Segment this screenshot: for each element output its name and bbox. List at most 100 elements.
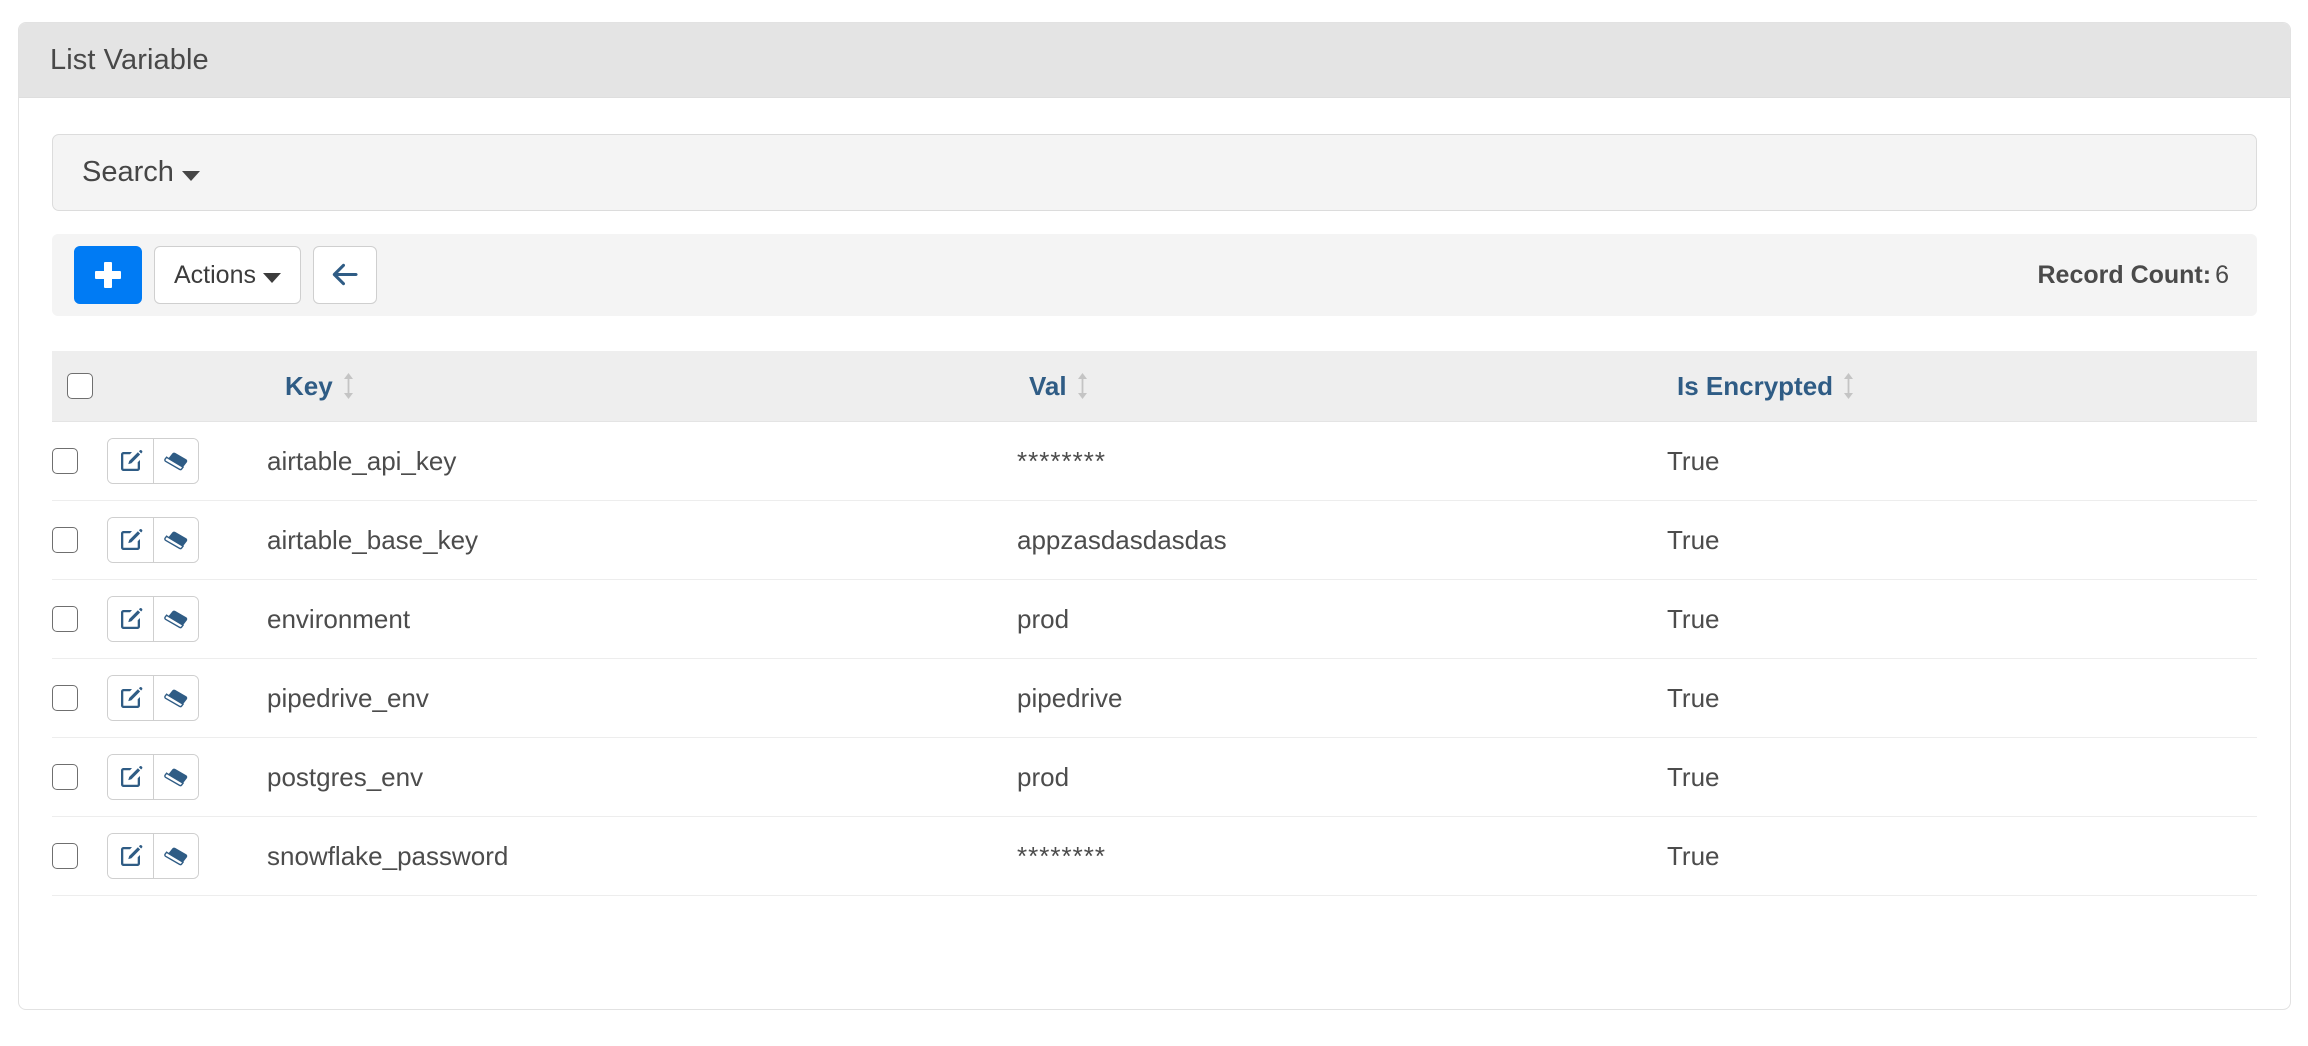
chevron-down-icon bbox=[262, 272, 281, 283]
table-row: postgres_env prod True bbox=[52, 737, 2257, 817]
sort-updown-icon bbox=[342, 372, 355, 400]
edit-record-button[interactable] bbox=[108, 834, 153, 878]
row-actions-cell bbox=[107, 579, 267, 659]
edit-pencil-icon bbox=[120, 687, 142, 708]
page-root: List Variable Search Actions Record Coun… bbox=[0, 0, 2308, 1046]
header-val-label: Val bbox=[1029, 370, 1067, 401]
back-button[interactable] bbox=[312, 246, 377, 304]
chevron-down-icon bbox=[181, 170, 200, 181]
eraser-icon bbox=[164, 689, 188, 708]
card-body: Search Actions Record Count: 6 Key Val I… bbox=[19, 98, 2290, 896]
add-record-button[interactable] bbox=[74, 246, 142, 304]
header-key[interactable]: Key bbox=[267, 351, 1017, 422]
row-action-button-group bbox=[107, 675, 199, 721]
plus-icon bbox=[95, 262, 121, 288]
row-actions-cell bbox=[107, 737, 267, 817]
row-select-checkbox[interactable] bbox=[52, 606, 78, 632]
header-key-label: Key bbox=[285, 370, 333, 401]
row-select-cell bbox=[52, 658, 107, 738]
record-count-value: 6 bbox=[2215, 260, 2229, 289]
sort-updown-icon bbox=[1842, 372, 1855, 400]
row-action-button-group bbox=[107, 517, 199, 563]
row-actions-cell bbox=[107, 816, 267, 896]
eraser-icon bbox=[164, 768, 188, 787]
row-select-cell bbox=[52, 816, 107, 896]
cell-is-encrypted: True bbox=[1667, 737, 2257, 817]
row-action-button-group bbox=[107, 833, 199, 879]
table-row: environment prod True bbox=[52, 579, 2257, 659]
edit-record-button[interactable] bbox=[108, 755, 153, 799]
cell-is-encrypted: True bbox=[1667, 658, 2257, 738]
actions-dropdown-button[interactable]: Actions bbox=[154, 246, 301, 304]
table-row: snowflake_password ******** True bbox=[52, 816, 2257, 896]
header-is-encrypted-label: Is Encrypted bbox=[1677, 370, 1834, 401]
row-select-checkbox[interactable] bbox=[52, 448, 78, 474]
edit-record-button[interactable] bbox=[108, 518, 153, 562]
cell-is-encrypted: True bbox=[1667, 579, 2257, 659]
card-header: List Variable bbox=[19, 23, 2290, 98]
toolbar-actions-group: Actions bbox=[74, 246, 377, 304]
row-select-cell bbox=[52, 500, 107, 580]
cell-key: airtable_api_key bbox=[267, 421, 1017, 501]
edit-pencil-icon bbox=[120, 529, 142, 550]
row-actions-cell bbox=[107, 421, 267, 501]
select-all-checkbox[interactable] bbox=[67, 373, 93, 399]
sort-updown-icon bbox=[1076, 372, 1089, 400]
cell-key: environment bbox=[267, 579, 1017, 659]
search-toggle-label: Search bbox=[82, 156, 174, 188]
table-row: airtable_base_key appzasdasdasdas True bbox=[52, 500, 2257, 580]
delete-record-button[interactable] bbox=[153, 518, 198, 562]
row-action-button-group bbox=[107, 438, 199, 484]
header-select-all-cell bbox=[52, 351, 107, 422]
delete-record-button[interactable] bbox=[153, 439, 198, 483]
edit-pencil-icon bbox=[120, 845, 142, 866]
cell-val: pipedrive bbox=[1017, 658, 1667, 738]
row-select-cell bbox=[52, 737, 107, 817]
row-select-checkbox[interactable] bbox=[52, 764, 78, 790]
eraser-icon bbox=[164, 531, 188, 550]
header-is-encrypted[interactable]: Is Encrypted bbox=[1667, 351, 2257, 422]
cell-key: postgres_env bbox=[267, 737, 1017, 817]
cell-is-encrypted: True bbox=[1667, 421, 2257, 501]
arrow-left-icon bbox=[332, 263, 358, 286]
row-select-checkbox[interactable] bbox=[52, 527, 78, 553]
toolbar: Actions Record Count: 6 bbox=[52, 234, 2257, 316]
header-actions-cell bbox=[107, 351, 267, 422]
delete-record-button[interactable] bbox=[153, 834, 198, 878]
edit-record-button[interactable] bbox=[108, 597, 153, 641]
edit-record-button[interactable] bbox=[108, 676, 153, 720]
row-actions-cell bbox=[107, 500, 267, 580]
delete-record-button[interactable] bbox=[153, 676, 198, 720]
cell-val: prod bbox=[1017, 579, 1667, 659]
row-select-checkbox[interactable] bbox=[52, 685, 78, 711]
record-count: Record Count: 6 bbox=[2037, 261, 2229, 290]
row-select-checkbox[interactable] bbox=[52, 843, 78, 869]
cell-key: airtable_base_key bbox=[267, 500, 1017, 580]
header-val[interactable]: Val bbox=[1017, 351, 1667, 422]
cell-val: prod bbox=[1017, 737, 1667, 817]
records-table: Key Val Is Encrypted airtable_api_key **… bbox=[52, 351, 2257, 896]
cell-is-encrypted: True bbox=[1667, 500, 2257, 580]
table-body: airtable_api_key ******** True airtable_… bbox=[52, 421, 2257, 896]
eraser-icon bbox=[164, 610, 188, 629]
edit-record-button[interactable] bbox=[108, 439, 153, 483]
row-actions-cell bbox=[107, 658, 267, 738]
record-count-label: Record Count: bbox=[2037, 260, 2212, 289]
search-toggle[interactable]: Search bbox=[82, 156, 200, 189]
cell-key: pipedrive_env bbox=[267, 658, 1017, 738]
search-panel: Search bbox=[52, 134, 2257, 211]
records-table-wrap: Key Val Is Encrypted airtable_api_key **… bbox=[52, 351, 2257, 896]
eraser-icon bbox=[164, 847, 188, 866]
cell-val: ******** bbox=[1017, 816, 1667, 896]
row-select-cell bbox=[52, 579, 107, 659]
row-select-cell bbox=[52, 421, 107, 501]
delete-record-button[interactable] bbox=[153, 597, 198, 641]
edit-pencil-icon bbox=[120, 766, 142, 787]
row-action-button-group bbox=[107, 596, 199, 642]
cell-val: appzasdasdasdas bbox=[1017, 500, 1667, 580]
table-row: pipedrive_env pipedrive True bbox=[52, 658, 2257, 738]
delete-record-button[interactable] bbox=[153, 755, 198, 799]
edit-pencil-icon bbox=[120, 608, 142, 629]
row-action-button-group bbox=[107, 754, 199, 800]
table-header-row: Key Val Is Encrypted bbox=[52, 351, 2257, 422]
